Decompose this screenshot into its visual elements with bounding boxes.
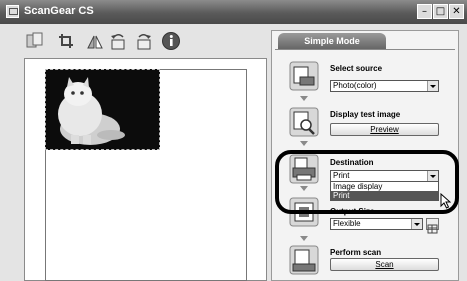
step-arrow-icon — [300, 141, 308, 146]
rotate-left-button[interactable] — [107, 30, 129, 52]
close-icon: ✕ — [452, 6, 461, 17]
close-button[interactable]: ✕ — [449, 4, 464, 19]
scan-button[interactable]: Scan — [330, 258, 439, 271]
crop-icon — [59, 34, 73, 48]
step-arrow-icon — [300, 236, 308, 241]
rotate-right-button[interactable] — [133, 30, 155, 52]
maximize-icon: □ — [435, 6, 446, 17]
chevron-down-icon[interactable] — [411, 219, 422, 229]
perform-scan-step — [289, 245, 319, 275]
source-value: Photo(color) — [333, 81, 377, 90]
perform-scan-label: Perform scan — [330, 248, 382, 257]
output-size-value: Flexible — [333, 219, 361, 228]
crop-button[interactable] — [55, 30, 77, 52]
preview-button-label: Preview — [370, 125, 399, 134]
scan-icon — [289, 245, 319, 275]
step-arrow-icon — [300, 96, 308, 101]
minimize-icon: – — [422, 6, 427, 17]
display-test-image-step — [289, 107, 319, 137]
select-source-label: Select source — [330, 64, 383, 73]
settings-grid-icon — [427, 224, 438, 234]
tab-divider — [275, 49, 455, 50]
output-size-select[interactable]: Flexible — [330, 218, 423, 230]
select-source-step — [289, 61, 319, 91]
thumbnail-button[interactable] — [24, 30, 46, 52]
mirror-icon — [87, 35, 103, 49]
info-icon — [162, 32, 180, 50]
scanner-source-icon — [289, 61, 319, 91]
cat-photo — [45, 69, 160, 150]
thumbnail-icon — [26, 32, 43, 48]
preview-image[interactable] — [45, 69, 160, 150]
output-size-settings-button[interactable] — [426, 218, 439, 234]
display-test-image-label: Display test image — [330, 110, 401, 119]
source-select[interactable]: Photo(color) — [330, 80, 439, 92]
rotate-right-icon — [137, 34, 151, 50]
chevron-down-icon[interactable] — [427, 81, 438, 91]
info-button[interactable] — [160, 30, 182, 52]
highlight-ring — [275, 150, 459, 214]
window-title: ScanGear CS — [24, 5, 94, 17]
mouse-cursor-icon — [440, 193, 451, 209]
maximize-button[interactable]: □ — [433, 4, 448, 19]
tab-simple-mode[interactable]: Simple Mode — [278, 33, 386, 49]
minimize-button[interactable]: – — [417, 4, 432, 19]
scan-button-label: Scan — [375, 260, 394, 269]
preview-button[interactable]: Preview — [330, 123, 439, 136]
scangear-window: ScanGear CS – □ ✕ Simple Mode Select sou… — [0, 0, 467, 281]
rotate-left-icon — [111, 34, 125, 50]
app-icon — [6, 5, 19, 18]
mirror-button[interactable] — [84, 30, 106, 52]
title-bar[interactable]: ScanGear CS – □ ✕ — [0, 0, 467, 24]
preview-magnifier-icon — [289, 107, 319, 137]
